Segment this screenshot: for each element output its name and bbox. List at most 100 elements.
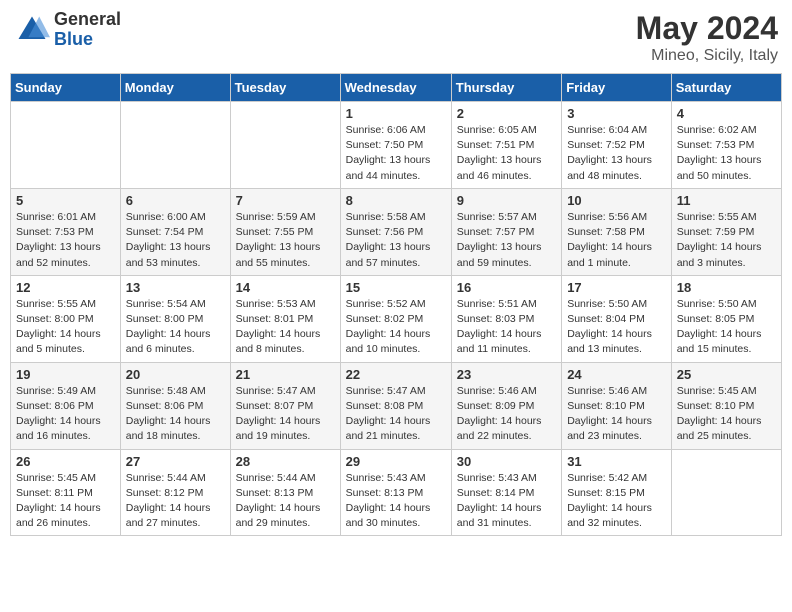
day-info: Sunrise: 6:04 AM Sunset: 7:52 PM Dayligh… [567, 123, 666, 184]
calendar-week-row: 1Sunrise: 6:06 AM Sunset: 7:50 PM Daylig… [11, 102, 782, 189]
day-number: 2 [457, 106, 556, 121]
calendar-cell: 26Sunrise: 5:45 AM Sunset: 8:11 PM Dayli… [11, 449, 121, 536]
day-number: 10 [567, 193, 666, 208]
day-info: Sunrise: 5:45 AM Sunset: 8:11 PM Dayligh… [16, 471, 115, 532]
day-info: Sunrise: 5:45 AM Sunset: 8:10 PM Dayligh… [677, 384, 776, 445]
day-info: Sunrise: 5:43 AM Sunset: 8:13 PM Dayligh… [346, 471, 446, 532]
calendar-cell: 28Sunrise: 5:44 AM Sunset: 8:13 PM Dayli… [230, 449, 340, 536]
calendar-cell: 5 Sunrise: 6:01 AM Sunset: 7:53 PM Daylig… [11, 188, 121, 275]
day-number: 23 [457, 367, 556, 382]
calendar-cell: 9 Sunrise: 5:57 AM Sunset: 7:57 PM Daylig… [451, 188, 561, 275]
day-number: 9 [457, 193, 556, 208]
day-info: Sunrise: 5:44 AM Sunset: 8:12 PM Dayligh… [126, 471, 225, 532]
day-of-week-header: Monday [120, 74, 230, 102]
calendar-cell: 20 Sunrise: 5:48 AM Sunset: 8:06 PM Dayli… [120, 362, 230, 449]
calendar-cell: 17 Sunrise: 5:50 AM Sunset: 8:04 PM Dayli… [562, 275, 672, 362]
calendar-table: SundayMondayTuesdayWednesdayThursdayFrid… [10, 73, 782, 536]
day-of-week-header: Wednesday [340, 74, 451, 102]
day-of-week-header: Sunday [11, 74, 121, 102]
day-number: 19 [16, 367, 115, 382]
calendar-cell [120, 102, 230, 189]
day-info: Sunrise: 5:50 AM Sunset: 8:04 PM Dayligh… [567, 297, 666, 358]
day-info: Sunrise: 6:01 AM Sunset: 7:53 PM Dayligh… [16, 210, 115, 271]
day-info: Sunrise: 5:46 AM Sunset: 8:10 PM Dayligh… [567, 384, 666, 445]
day-info: Sunrise: 6:02 AM Sunset: 7:53 PM Dayligh… [677, 123, 776, 184]
day-number: 24 [567, 367, 666, 382]
day-info: Sunrise: 5:55 AM Sunset: 7:59 PM Dayligh… [677, 210, 776, 271]
day-number: 13 [126, 280, 225, 295]
day-number: 16 [457, 280, 556, 295]
day-number: 17 [567, 280, 666, 295]
day-info: Sunrise: 5:42 AM Sunset: 8:15 PM Dayligh… [567, 471, 666, 532]
day-info: Sunrise: 6:06 AM Sunset: 7:50 PM Dayligh… [346, 123, 446, 184]
day-info: Sunrise: 5:54 AM Sunset: 8:00 PM Dayligh… [126, 297, 225, 358]
calendar-cell: 29 Sunrise: 5:43 AM Sunset: 8:13 PM Dayli… [340, 449, 451, 536]
day-info: Sunrise: 5:46 AM Sunset: 8:09 PM Dayligh… [457, 384, 556, 445]
calendar-cell: 21Sunrise: 5:47 AM Sunset: 8:07 PM Dayli… [230, 362, 340, 449]
day-info: Sunrise: 6:05 AM Sunset: 7:51 PM Dayligh… [457, 123, 556, 184]
day-of-week-header: Thursday [451, 74, 561, 102]
calendar-cell: 12Sunrise: 5:55 AM Sunset: 8:00 PM Dayli… [11, 275, 121, 362]
calendar-cell: 10 Sunrise: 5:56 AM Sunset: 7:58 PM Dayli… [562, 188, 672, 275]
calendar-cell: 14 Sunrise: 5:53 AM Sunset: 8:01 PM Dayli… [230, 275, 340, 362]
day-number: 11 [677, 193, 776, 208]
page-header: General Blue May 2024 Mineo, Sicily, Ita… [10, 10, 782, 65]
calendar-cell [671, 449, 781, 536]
day-info: Sunrise: 5:47 AM Sunset: 8:08 PM Dayligh… [346, 384, 446, 445]
calendar-week-row: 19Sunrise: 5:49 AM Sunset: 8:06 PM Dayli… [11, 362, 782, 449]
day-info: Sunrise: 5:53 AM Sunset: 8:01 PM Dayligh… [236, 297, 335, 358]
calendar-cell: 8 Sunrise: 5:58 AM Sunset: 7:56 PM Daylig… [340, 188, 451, 275]
logo-blue-label: Blue [54, 30, 121, 50]
day-number: 4 [677, 106, 776, 121]
calendar-cell: 13 Sunrise: 5:54 AM Sunset: 8:00 PM Dayli… [120, 275, 230, 362]
calendar-week-row: 5 Sunrise: 6:01 AM Sunset: 7:53 PM Daylig… [11, 188, 782, 275]
logo-general-label: General [54, 10, 121, 30]
day-number: 28 [236, 454, 335, 469]
calendar-header-row: SundayMondayTuesdayWednesdayThursdayFrid… [11, 74, 782, 102]
month-year-title: May 2024 [636, 10, 778, 47]
day-info: Sunrise: 5:55 AM Sunset: 8:00 PM Dayligh… [16, 297, 115, 358]
day-of-week-header: Friday [562, 74, 672, 102]
day-number: 25 [677, 367, 776, 382]
logo-icon [14, 12, 50, 48]
calendar-cell: 11 Sunrise: 5:55 AM Sunset: 7:59 PM Dayli… [671, 188, 781, 275]
calendar-cell: 3 Sunrise: 6:04 AM Sunset: 7:52 PM Daylig… [562, 102, 672, 189]
day-info: Sunrise: 5:57 AM Sunset: 7:57 PM Dayligh… [457, 210, 556, 271]
day-info: Sunrise: 5:59 AM Sunset: 7:55 PM Dayligh… [236, 210, 335, 271]
day-number: 5 [16, 193, 115, 208]
day-number: 14 [236, 280, 335, 295]
day-of-week-header: Saturday [671, 74, 781, 102]
calendar-cell: 6 Sunrise: 6:00 AM Sunset: 7:54 PM Daylig… [120, 188, 230, 275]
day-info: Sunrise: 5:43 AM Sunset: 8:14 PM Dayligh… [457, 471, 556, 532]
location-subtitle: Mineo, Sicily, Italy [636, 47, 778, 65]
day-number: 20 [126, 367, 225, 382]
day-number: 8 [346, 193, 446, 208]
day-number: 21 [236, 367, 335, 382]
calendar-cell [11, 102, 121, 189]
calendar-cell: 7 Sunrise: 5:59 AM Sunset: 7:55 PM Daylig… [230, 188, 340, 275]
day-number: 3 [567, 106, 666, 121]
day-number: 7 [236, 193, 335, 208]
calendar-cell: 27 Sunrise: 5:44 AM Sunset: 8:12 PM Dayli… [120, 449, 230, 536]
day-number: 31 [567, 454, 666, 469]
day-info: Sunrise: 5:48 AM Sunset: 8:06 PM Dayligh… [126, 384, 225, 445]
day-info: Sunrise: 5:50 AM Sunset: 8:05 PM Dayligh… [677, 297, 776, 358]
calendar-cell: 31 Sunrise: 5:42 AM Sunset: 8:15 PM Dayli… [562, 449, 672, 536]
day-number: 29 [346, 454, 446, 469]
day-info: Sunrise: 5:51 AM Sunset: 8:03 PM Dayligh… [457, 297, 556, 358]
day-number: 22 [346, 367, 446, 382]
day-number: 27 [126, 454, 225, 469]
calendar-cell: 19Sunrise: 5:49 AM Sunset: 8:06 PM Dayli… [11, 362, 121, 449]
day-info: Sunrise: 5:52 AM Sunset: 8:02 PM Dayligh… [346, 297, 446, 358]
day-info: Sunrise: 6:00 AM Sunset: 7:54 PM Dayligh… [126, 210, 225, 271]
day-info: Sunrise: 5:56 AM Sunset: 7:58 PM Dayligh… [567, 210, 666, 271]
calendar-week-row: 26Sunrise: 5:45 AM Sunset: 8:11 PM Dayli… [11, 449, 782, 536]
day-info: Sunrise: 5:58 AM Sunset: 7:56 PM Dayligh… [346, 210, 446, 271]
logo-text: General Blue [54, 10, 121, 50]
calendar-cell: 1Sunrise: 6:06 AM Sunset: 7:50 PM Daylig… [340, 102, 451, 189]
calendar-cell: 30Sunrise: 5:43 AM Sunset: 8:14 PM Dayli… [451, 449, 561, 536]
calendar-cell: 18Sunrise: 5:50 AM Sunset: 8:05 PM Dayli… [671, 275, 781, 362]
calendar-cell: 15Sunrise: 5:52 AM Sunset: 8:02 PM Dayli… [340, 275, 451, 362]
calendar-cell [230, 102, 340, 189]
day-number: 6 [126, 193, 225, 208]
